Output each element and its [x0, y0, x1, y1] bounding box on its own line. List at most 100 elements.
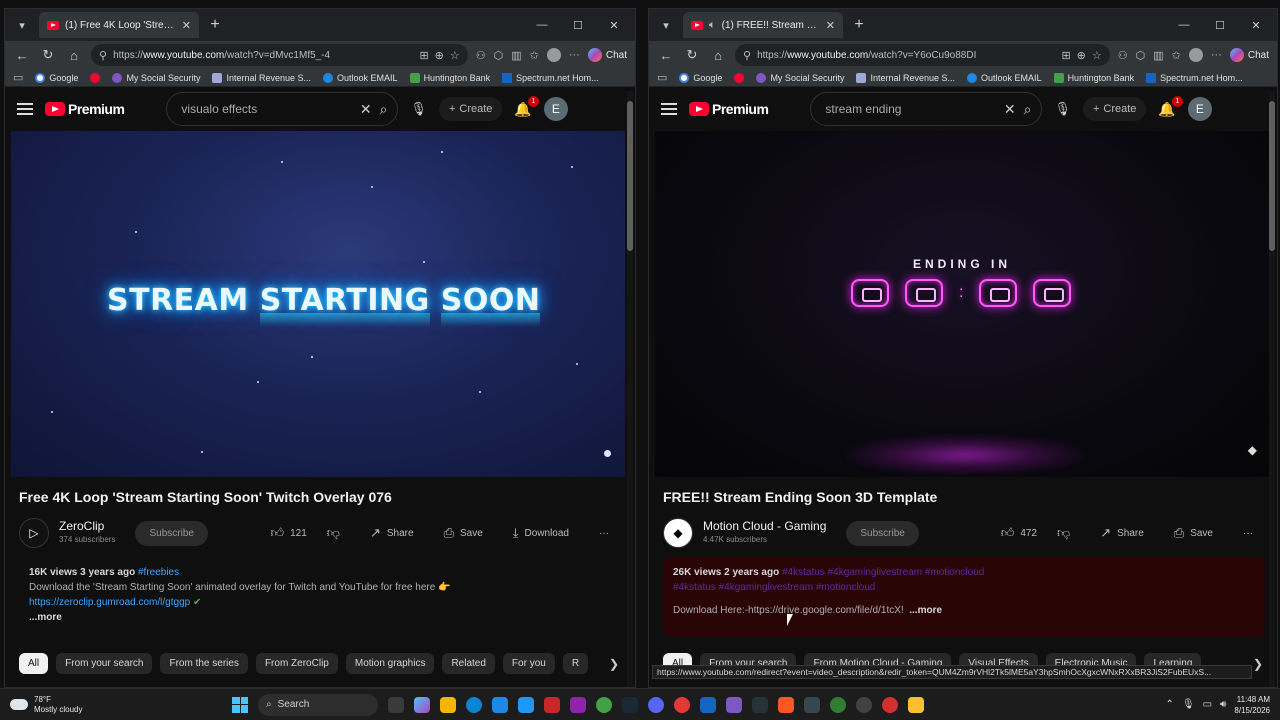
new-tab-button[interactable]: +: [849, 16, 869, 34]
player-control-icon[interactable]: ◆: [1248, 443, 1257, 457]
video-player[interactable]: ENDING IN : ◆: [655, 131, 1269, 477]
description-tags[interactable]: #4kstatus #4kgaminglivestream #motionclo…: [673, 580, 1255, 595]
home-button[interactable]: ⌂: [65, 48, 83, 63]
tab-active[interactable]: 🔈︎ (1) FREE!! Stream Ending Soo ✕: [683, 12, 843, 38]
clear-search-icon[interactable]: ✕: [360, 101, 372, 118]
chips-next-icon[interactable]: ❯: [1253, 657, 1263, 671]
steam-icon[interactable]: [622, 696, 638, 713]
maximize-button[interactable]: ☐: [1205, 19, 1235, 32]
chip-from-the-series[interactable]: From the series: [160, 653, 248, 674]
site-info-icon[interactable]: ⚲: [99, 49, 107, 62]
discord-icon[interactable]: [648, 696, 664, 713]
more-actions-icon[interactable]: ···: [1233, 521, 1263, 546]
show-more-link[interactable]: ...more: [909, 605, 942, 616]
back-button[interactable]: ←: [657, 48, 675, 63]
tab-list-button[interactable]: ▾: [655, 14, 677, 36]
search-input[interactable]: stream ending ✕ ⌕: [810, 92, 1043, 126]
channel-avatar[interactable]: ◆: [663, 518, 693, 548]
app-icon-red-round[interactable]: [882, 696, 898, 713]
app-icon-gray[interactable]: [804, 696, 820, 713]
page-scrollbar[interactable]: [1269, 91, 1275, 687]
weather-widget[interactable]: 78°F Mostly cloudy: [0, 695, 200, 715]
menu-icon[interactable]: [17, 103, 33, 115]
page-scrollbar[interactable]: [627, 91, 633, 687]
chip-for-you[interactable]: For you: [502, 653, 555, 674]
tab-close-icon[interactable]: ✕: [826, 19, 835, 32]
bookmark-social-security[interactable]: My Social Security: [756, 72, 844, 83]
create-button[interactable]: + Create: [1082, 97, 1147, 121]
subscribe-button[interactable]: Subscribe: [846, 520, 919, 546]
dislike-button[interactable]: 👎︎: [1047, 518, 1080, 548]
profile-avatar[interactable]: [1188, 48, 1203, 62]
bookmark-spectrum[interactable]: Spectrum.net Hom...: [1146, 72, 1243, 83]
bookmark-huntington[interactable]: Huntington Bank: [409, 72, 490, 83]
tab-close-icon[interactable]: ✕: [182, 19, 191, 32]
task-view-icon[interactable]: [388, 696, 404, 713]
youtube-premium-logo[interactable]: Premium: [689, 101, 769, 117]
tab-active[interactable]: (1) Free 4K Loop 'Stream Starting S ✕: [39, 12, 199, 38]
more-menu-icon[interactable]: ···: [569, 49, 580, 61]
xbox-icon[interactable]: [830, 696, 846, 713]
bookmark-irs[interactable]: Internal Revenue S...: [212, 72, 311, 83]
app-icon-orange[interactable]: [778, 696, 794, 713]
tray-overflow-icon[interactable]: ⌃: [1166, 699, 1174, 710]
volume-icon[interactable]: 🔊︎: [1220, 699, 1226, 710]
audio-playing-icon[interactable]: 🔈︎: [709, 19, 716, 32]
app-icon-dark[interactable]: [856, 696, 872, 713]
profile-avatar[interactable]: [546, 48, 561, 62]
bookmark-outlook[interactable]: Outlook EMAIL: [323, 72, 398, 83]
tab-actions-icon[interactable]: ▭: [657, 71, 667, 84]
file-explorer-icon[interactable]: [440, 696, 456, 713]
copilot-chat-button[interactable]: Chat: [587, 48, 627, 62]
show-more-link[interactable]: ...more: [29, 612, 62, 623]
taskbar-search[interactable]: ⌕ Search: [258, 693, 378, 716]
bookmark-social-security[interactable]: My Social Security: [112, 72, 200, 83]
share-button[interactable]: ↗ Share: [1090, 518, 1154, 548]
description-box[interactable]: 26K views 2 years ago #4kstatus #4kgamin…: [663, 557, 1265, 637]
bookmark-spectrum[interactable]: Spectrum.net Hom...: [502, 72, 599, 83]
network-icon[interactable]: ▭: [1203, 699, 1212, 710]
site-info-icon[interactable]: ⚲: [743, 49, 751, 62]
clock[interactable]: 11:48 AM 8/15/2026: [1234, 694, 1270, 716]
bookmark-google[interactable]: Google: [35, 72, 78, 83]
edge-icon[interactable]: [466, 696, 482, 713]
extensions-icon[interactable]: ⬡: [494, 49, 504, 62]
subscribe-button[interactable]: Subscribe: [135, 520, 208, 546]
zoom-icon[interactable]: ⊕: [1077, 49, 1086, 62]
like-button[interactable]: 👍︎ 472: [991, 518, 1047, 548]
outlook-app-icon[interactable]: [492, 696, 508, 713]
chrome-icon[interactable]: [596, 696, 612, 713]
copilot-chat-button[interactable]: Chat: [1229, 48, 1269, 62]
chips-next-icon[interactable]: ❯: [609, 657, 619, 671]
voice-search-icon[interactable]: 🎙: [410, 101, 427, 117]
description-link[interactable]: https://zeroclip.gumroad.com/l/gtggp: [29, 597, 190, 608]
reload-button[interactable]: ↻: [683, 47, 701, 63]
app-icon-purple[interactable]: [570, 696, 586, 713]
bookmark-huntington[interactable]: Huntington Bank: [1053, 72, 1134, 83]
close-window-button[interactable]: ✕: [599, 19, 629, 32]
split-screen-icon[interactable]: ▥: [511, 49, 521, 62]
description-box[interactable]: 16K views 3 years ago #freebies Download…: [19, 557, 621, 637]
app-available-icon[interactable]: ⊞: [419, 49, 428, 62]
terminal-icon[interactable]: [752, 696, 768, 713]
description-link[interactable]: https://drive.google.com/file/d/1tcX!: [748, 605, 904, 616]
favorite-star-icon[interactable]: ☆: [450, 49, 460, 62]
share-button[interactable]: ↗ Share: [360, 518, 424, 548]
app-icon-yellow[interactable]: [908, 696, 924, 713]
chip-related[interactable]: Related: [442, 653, 495, 674]
address-bar[interactable]: ⚲ https://www.youtube.com/watch?v=Y6oCu9…: [735, 44, 1110, 66]
channel-name[interactable]: ZeroClip: [59, 520, 115, 533]
chip-from-channel[interactable]: From ZeroClip: [255, 653, 338, 674]
bookmark-google[interactable]: Google: [679, 72, 722, 83]
bookmark-outlook[interactable]: Outlook EMAIL: [967, 72, 1042, 83]
video-player[interactable]: STREAM STARTING SOON: [11, 131, 625, 477]
start-button[interactable]: [232, 696, 248, 713]
voice-search-icon[interactable]: 🎙: [1054, 101, 1071, 117]
app-icon-camera[interactable]: [726, 696, 742, 713]
chip-from-your-search[interactable]: From your search: [56, 653, 153, 674]
back-button[interactable]: ←: [13, 48, 31, 63]
shield-icon[interactable]: [700, 696, 716, 713]
chip-all[interactable]: All: [19, 653, 49, 674]
notifications-icon[interactable]: 🔔 1: [514, 95, 539, 118]
minimize-button[interactable]: —: [1169, 19, 1199, 31]
